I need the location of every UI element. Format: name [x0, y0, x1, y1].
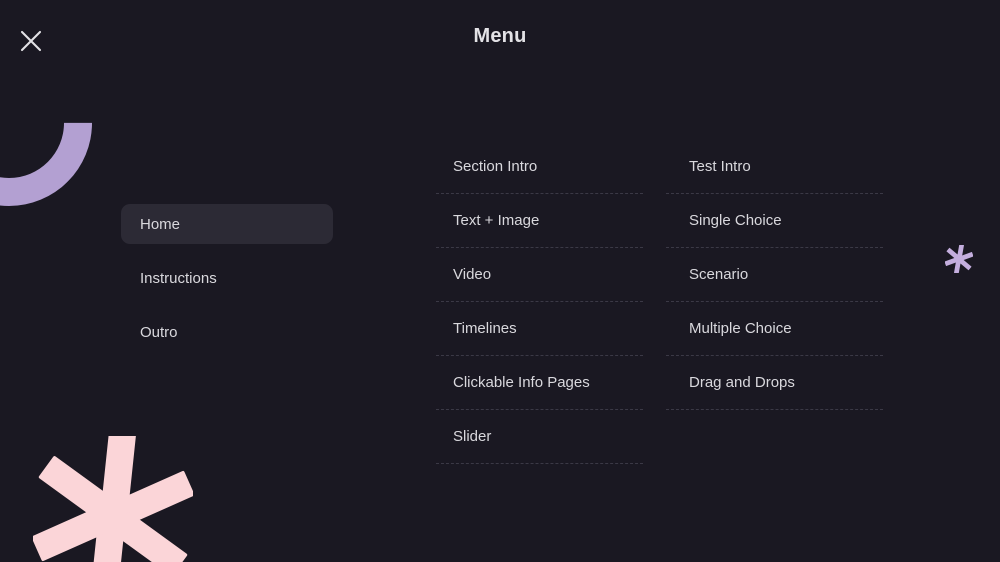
menu-item-multiple-choice[interactable]: Multiple Choice — [666, 302, 883, 356]
asterisk-decoration-large — [31, 432, 195, 562]
menu-item-label: Single Choice — [689, 212, 782, 229]
menu-item-timelines[interactable]: Timelines — [436, 302, 643, 356]
menu-item-label: Slider — [453, 428, 492, 445]
page-title: Menu — [473, 25, 527, 47]
menu-item-scenario[interactable]: Scenario — [666, 248, 883, 302]
sidebar-item-outro[interactable]: Outro — [121, 312, 333, 352]
menu-item-label: Video — [453, 266, 492, 283]
menu-item-label: Text + Image — [453, 212, 540, 229]
menu-item-label: Drag and Drops — [689, 374, 795, 391]
menu-item-text-image[interactable]: Text + Image — [436, 194, 643, 248]
menu-item-label: Clickable Info Pages — [453, 374, 590, 391]
menu-column-2: Test Intro Single Choice Scenario Multip… — [666, 140, 883, 464]
menu-item-video[interactable]: Video — [436, 248, 643, 302]
sidebar-item-label: Home — [140, 215, 181, 233]
menu-item-label: Test Intro — [689, 158, 751, 175]
menu-item-label: Multiple Choice — [689, 320, 792, 337]
menu-item-test-intro[interactable]: Test Intro — [666, 140, 883, 194]
menu-item-single-choice[interactable]: Single Choice — [666, 194, 883, 248]
sidebar-item-label: Instructions — [140, 269, 217, 287]
menu-item-slider[interactable]: Slider — [436, 410, 643, 464]
menu-item-clickable-info-pages[interactable]: Clickable Info Pages — [436, 356, 643, 410]
sidebar-item-instructions[interactable]: Instructions — [121, 258, 333, 298]
sidebar-item-label: Outro — [140, 323, 178, 341]
menu-item-drag-and-drops[interactable]: Drag and Drops — [666, 356, 883, 410]
menu-screen: Menu Home Instructions Outro Section Int… — [0, 0, 1000, 562]
asterisk-decoration-small — [944, 244, 974, 274]
sidebar-item-home[interactable]: Home — [121, 204, 333, 244]
menu-item-label: Scenario — [689, 266, 749, 283]
menu-columns: Section Intro Text + Image Video Timelin… — [436, 140, 883, 464]
sidebar: Home Instructions Outro — [121, 204, 333, 366]
menu-column-1: Section Intro Text + Image Video Timelin… — [436, 140, 643, 464]
menu-item-section-intro[interactable]: Section Intro — [436, 140, 643, 194]
menu-item-label: Section Intro — [453, 158, 538, 175]
menu-item-label: Timelines — [453, 320, 517, 337]
